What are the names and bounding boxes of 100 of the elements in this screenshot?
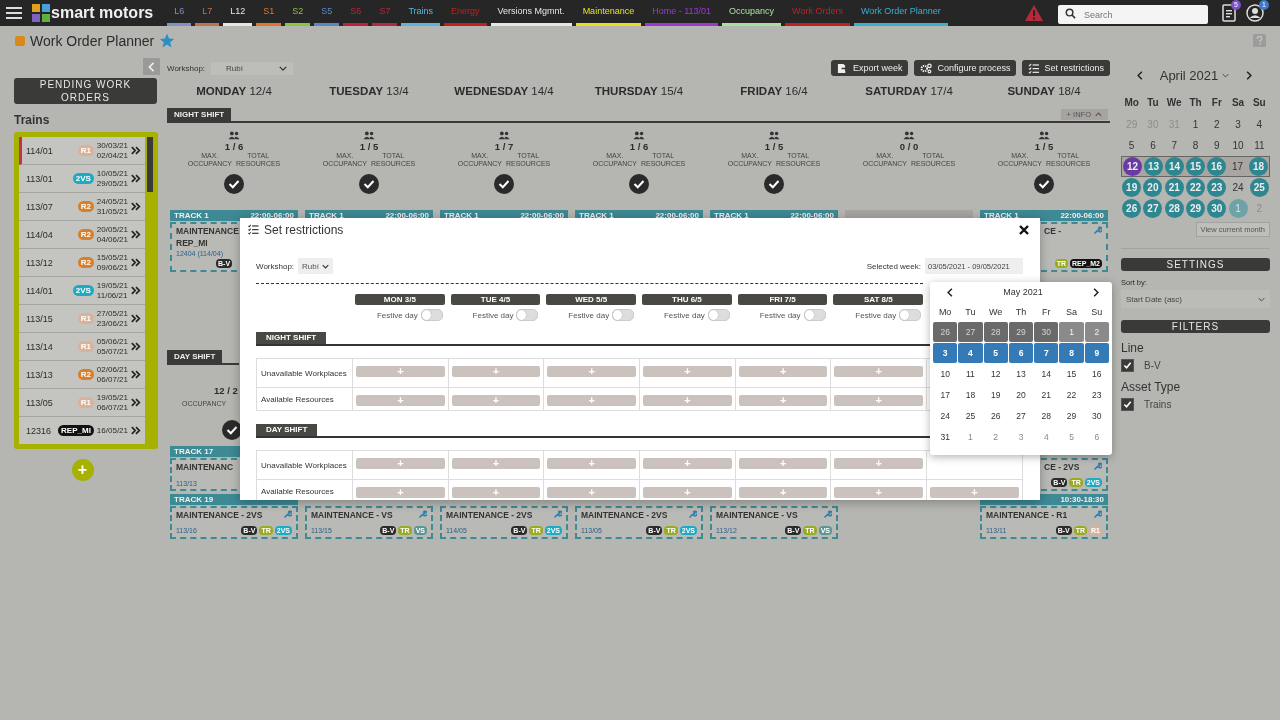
nav-link[interactable]: L6	[167, 0, 192, 26]
selected-week[interactable]: 12 13 14 15 16 17 18	[1121, 156, 1270, 177]
calendar-day[interactable]: 19	[1122, 178, 1142, 197]
double-chevron-icon[interactable]	[131, 314, 141, 323]
calendar-day[interactable]: 8	[1186, 136, 1205, 155]
previous-icon[interactable]	[947, 287, 953, 297]
nav-link[interactable]: Home - 113/01	[645, 0, 719, 26]
calendar-day[interactable]: 15	[1059, 364, 1084, 384]
double-chevron-icon[interactable]	[131, 370, 141, 379]
checkbox[interactable]	[1121, 398, 1134, 411]
search-field[interactable]: Search	[1058, 5, 1208, 24]
nav-link[interactable]: S1	[256, 0, 282, 26]
calendar-day[interactable]: 27	[1143, 199, 1163, 218]
nav-link[interactable]: Occupancy	[722, 0, 782, 26]
double-chevron-icon[interactable]	[131, 146, 141, 155]
calendar-day[interactable]: 6	[1008, 343, 1034, 363]
add-button[interactable]: +	[71, 459, 94, 481]
calendar-day[interactable]: 14	[1034, 364, 1059, 384]
calendar-day[interactable]: 21	[1164, 178, 1184, 197]
nav-link[interactable]: Maintenance	[575, 0, 642, 26]
calendar-day[interactable]: 10	[1228, 136, 1248, 155]
calendar-day[interactable]: 17	[933, 385, 958, 405]
calendar-day[interactable]: 19	[983, 385, 1008, 405]
calendar-day[interactable]: 1	[1228, 199, 1248, 218]
action-button[interactable]: Configure process	[914, 60, 1017, 76]
calendar-day[interactable]: 13	[1008, 364, 1034, 384]
star-icon[interactable]	[159, 32, 176, 49]
nav-link[interactable]: S5	[314, 0, 340, 26]
festive-toggle[interactable]	[516, 309, 539, 321]
festive-toggle[interactable]	[707, 309, 730, 321]
festive-toggle[interactable]	[612, 309, 635, 321]
calendar-day[interactable]: 18	[1249, 157, 1268, 176]
calendar-day[interactable]: 7	[1034, 343, 1059, 363]
double-chevron-icon[interactable]	[131, 202, 141, 211]
previous-icon[interactable]	[1137, 70, 1143, 80]
calendar-day[interactable]: 27	[1008, 406, 1034, 426]
workshop-select[interactable]: Rubí	[211, 61, 294, 75]
calendar-day[interactable]: 6	[1084, 427, 1109, 447]
festive-toggle[interactable]	[420, 309, 443, 321]
calendar-day[interactable]: 11	[958, 364, 983, 384]
calendar-day[interactable]: 29	[1059, 406, 1084, 426]
work-order-item[interactable]: 12316 REP_MI 16/05/21	[19, 417, 145, 444]
double-chevron-icon[interactable]	[131, 174, 141, 183]
double-chevron-icon[interactable]	[131, 426, 141, 435]
calendar-day[interactable]: 12	[983, 364, 1008, 384]
calendar-day[interactable]: 20	[1008, 385, 1034, 405]
nav-link[interactable]: Work Order Planner	[853, 0, 948, 26]
sort-select[interactable]: Start Date (asc)	[1121, 290, 1270, 308]
calendar-day[interactable]: 26	[983, 406, 1008, 426]
festive-toggle[interactable]	[803, 309, 826, 321]
calendar-day[interactable]: 4	[1249, 115, 1269, 134]
calendar-day[interactable]: 2	[983, 427, 1008, 447]
calendar-day[interactable]: 2	[1207, 115, 1227, 134]
double-chevron-icon[interactable]	[131, 342, 141, 351]
calendar-day[interactable]: 23	[1207, 178, 1227, 197]
calendar-day[interactable]: 1	[1186, 115, 1205, 134]
double-chevron-icon[interactable]	[131, 258, 141, 267]
calendar-day[interactable]: 1	[1059, 322, 1084, 342]
nav-link[interactable]: S2	[285, 0, 311, 26]
calendar-day[interactable]: 30	[1207, 199, 1227, 218]
calendar-day[interactable]: 2	[1084, 322, 1109, 342]
calendar-day[interactable]: 30	[1034, 322, 1059, 342]
action-button[interactable]: Set restrictions	[1022, 60, 1110, 76]
calendar-day[interactable]: 23	[1084, 385, 1109, 405]
calendar-day[interactable]: 6	[1143, 136, 1163, 155]
next-icon[interactable]	[1093, 287, 1099, 297]
calendar-day[interactable]: 24	[1228, 178, 1248, 197]
close-icon[interactable]	[1019, 224, 1029, 235]
calendar-day[interactable]: 21	[1034, 385, 1059, 405]
double-chevron-icon[interactable]	[131, 398, 141, 407]
warning-icon[interactable]	[1024, 4, 1044, 22]
calendar-day[interactable]: 29	[1186, 199, 1205, 218]
nav-link[interactable]: Versions Mgmnt.	[490, 0, 572, 26]
calendar-day[interactable]: 16	[1207, 157, 1226, 176]
nav-link[interactable]: S7	[372, 0, 398, 26]
nav-link[interactable]: S6	[343, 0, 369, 26]
calendar-day[interactable]: 29	[1008, 322, 1034, 342]
calendar-day[interactable]: 30	[1084, 406, 1109, 426]
checkbox[interactable]	[1121, 359, 1134, 372]
calendar-day[interactable]: 20	[1143, 178, 1163, 197]
menu-icon[interactable]	[6, 7, 22, 19]
festive-toggle[interactable]	[899, 309, 922, 321]
workshop-select[interactable]: Rubí	[298, 258, 333, 274]
calendar-day[interactable]: 4	[1034, 427, 1059, 447]
calendar-day[interactable]: 5	[983, 343, 1008, 363]
calendar-day[interactable]: 27	[958, 322, 983, 342]
double-chevron-icon[interactable]	[131, 230, 141, 239]
calendar-day[interactable]: 22	[1186, 178, 1205, 197]
calendar-day[interactable]: 24	[933, 406, 958, 426]
nav-link[interactable]: Energy	[444, 0, 487, 26]
double-chevron-icon[interactable]	[131, 286, 141, 295]
calendar-day[interactable]: 15	[1186, 157, 1205, 176]
calendar-day[interactable]: 10	[933, 364, 958, 384]
calendar-day[interactable]: 5	[1122, 136, 1142, 155]
calendar-day[interactable]: 25	[1249, 178, 1269, 197]
calendar-day[interactable]: 3	[933, 343, 958, 363]
calendar-day[interactable]: 17	[1228, 157, 1247, 176]
calendar-day[interactable]: 16	[1084, 364, 1109, 384]
calendar-day[interactable]: 26	[933, 322, 958, 342]
nav-link[interactable]: L7	[195, 0, 220, 26]
